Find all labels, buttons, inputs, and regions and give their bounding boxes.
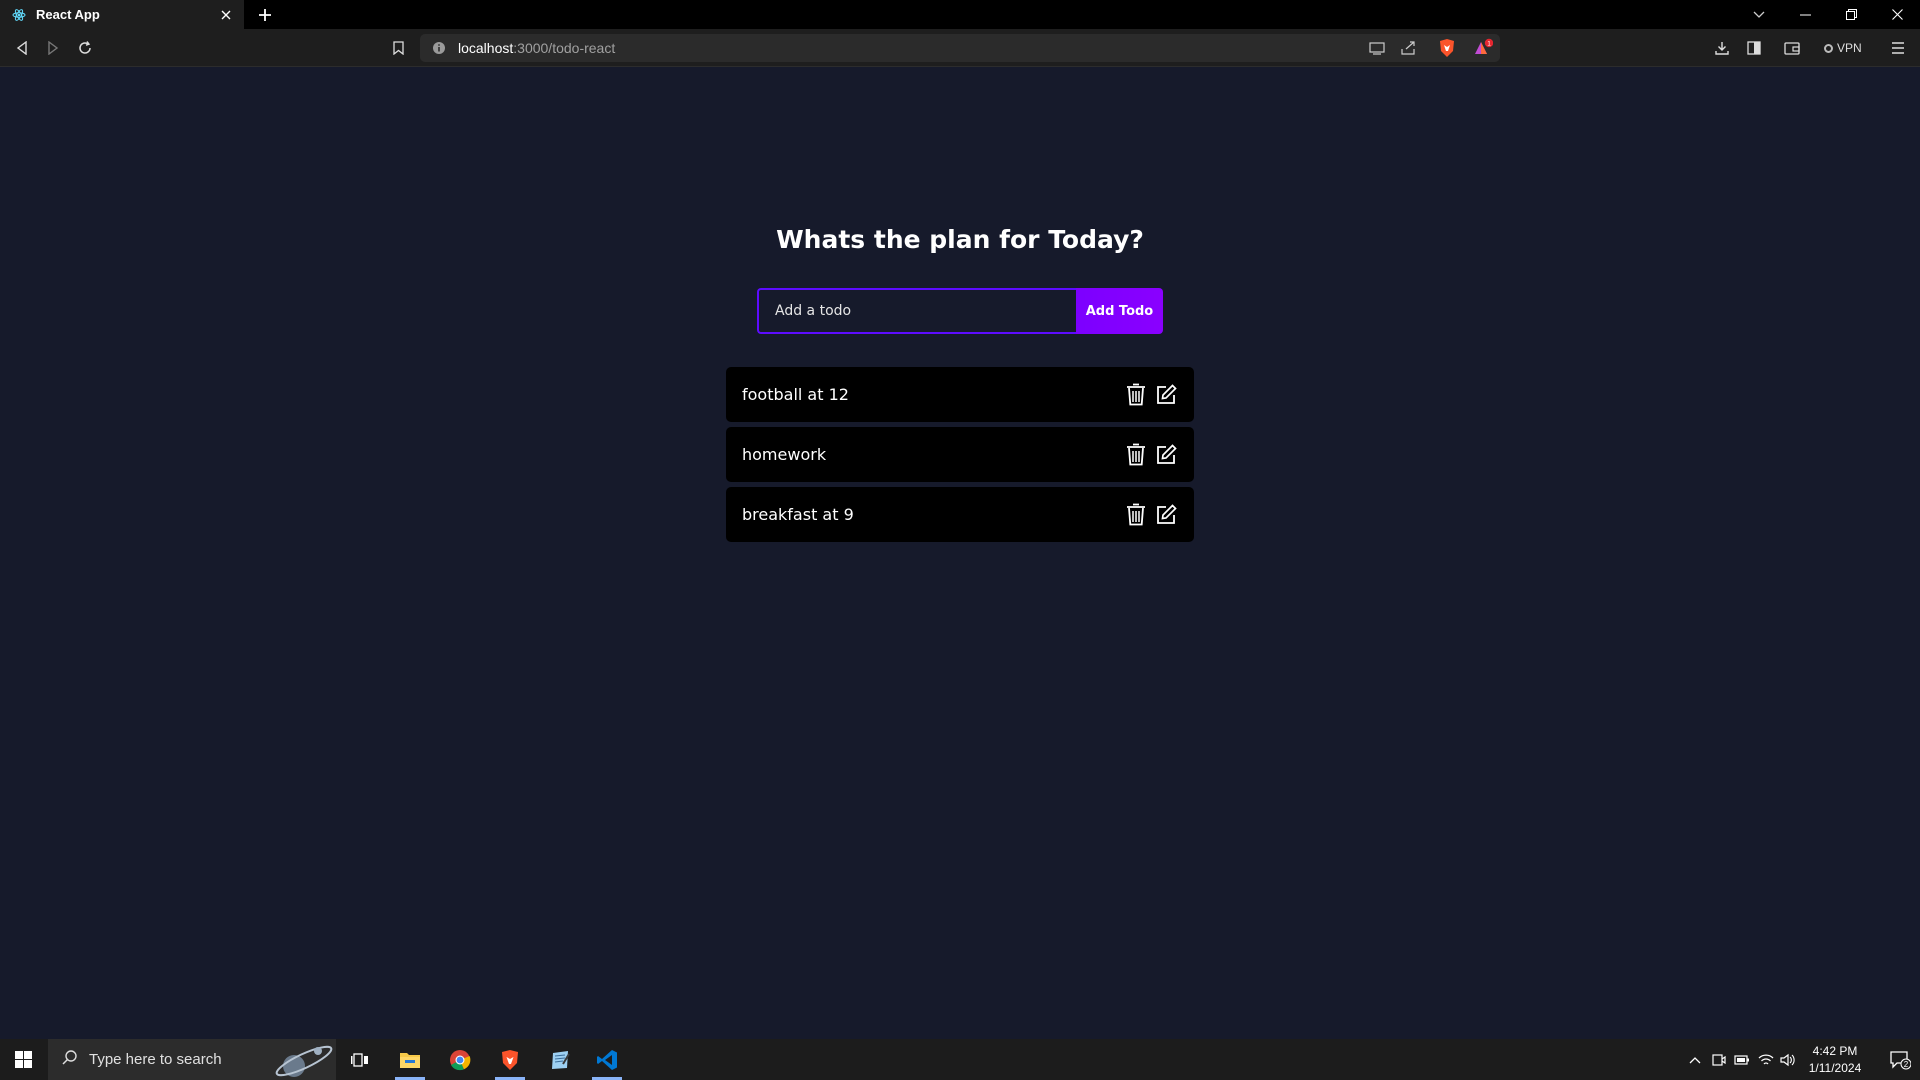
page-title: Whats the plan for Today? — [776, 225, 1144, 254]
wallet-icon[interactable] — [1782, 38, 1802, 58]
edit-icon[interactable] — [1154, 382, 1178, 408]
browser-toolbar: localhost:3000/todo-react 1 VPN — [0, 29, 1920, 67]
tab-title: React App — [36, 7, 100, 22]
todo-text: football at 12 — [742, 385, 849, 404]
search-icon — [62, 1050, 77, 1069]
taskbar-search-box[interactable]: Type here to search — [48, 1039, 336, 1080]
todo-text: homework — [742, 445, 827, 464]
taskbar-clock[interactable]: 4:42 PM 1/11/2024 — [1795, 1043, 1875, 1077]
menu-icon[interactable] — [1888, 38, 1908, 58]
address-bar[interactable]: localhost:3000/todo-react — [420, 34, 1500, 62]
download-icon[interactable] — [1712, 38, 1732, 58]
delete-icon[interactable] — [1124, 382, 1148, 408]
vscode-icon[interactable] — [584, 1039, 630, 1080]
vpn-button[interactable]: VPN — [1824, 38, 1862, 58]
restore-icon[interactable] — [1828, 0, 1874, 29]
meet-now-icon[interactable] — [1710, 1039, 1728, 1080]
edit-icon[interactable] — [1154, 442, 1178, 468]
vpn-label: VPN — [1837, 41, 1862, 55]
forward-icon[interactable] — [43, 38, 63, 58]
reload-icon[interactable] — [75, 38, 95, 58]
delete-icon[interactable] — [1124, 502, 1148, 528]
task-view-icon[interactable] — [337, 1039, 383, 1080]
notepad-icon[interactable] — [537, 1039, 583, 1080]
file-explorer-icon[interactable] — [387, 1039, 433, 1080]
cast-icon[interactable] — [1368, 40, 1386, 56]
close-window-icon[interactable] — [1874, 0, 1920, 29]
url-host: localhost — [458, 40, 514, 56]
tab-react-app[interactable]: React App — [0, 0, 244, 29]
todo-item[interactable]: breakfast at 9 — [726, 487, 1194, 542]
edit-icon[interactable] — [1154, 502, 1178, 528]
close-tab-icon[interactable] — [218, 7, 234, 23]
url-path: :3000/todo-react — [513, 40, 616, 56]
clock-time: 4:42 PM — [1812, 1044, 1858, 1058]
browser-tabbar: React App — [0, 0, 1920, 29]
site-info-icon[interactable] — [432, 41, 446, 55]
windows-taskbar: Type here to search 4:42 PM 1/11/2024 2 — [0, 1039, 1920, 1080]
sidebar-icon[interactable] — [1744, 38, 1764, 58]
react-favicon-icon — [12, 8, 26, 22]
notification-count: 2 — [1904, 1060, 1909, 1069]
window-controls — [1736, 0, 1920, 29]
notification-center-icon[interactable]: 2 — [1880, 1039, 1920, 1080]
todo-text: breakfast at 9 — [742, 505, 854, 524]
tray-chevron-icon[interactable] — [1686, 1039, 1704, 1080]
todo-item[interactable]: football at 12 — [726, 367, 1194, 422]
search-placeholder: Type here to search — [89, 1051, 222, 1068]
tab-search-chevron-icon[interactable] — [1736, 0, 1782, 29]
delete-icon[interactable] — [1124, 442, 1148, 468]
minimize-icon[interactable] — [1782, 0, 1828, 29]
todo-input[interactable] — [757, 288, 1076, 334]
page-viewport: Whats the plan for Today? Add Todo footb… — [0, 67, 1920, 1039]
brave-shields-icon[interactable] — [1437, 38, 1457, 58]
back-icon[interactable] — [12, 38, 32, 58]
wifi-icon[interactable] — [1757, 1039, 1775, 1080]
share-icon[interactable] — [1400, 40, 1418, 56]
add-todo-button[interactable]: Add Todo — [1076, 288, 1163, 334]
battery-icon[interactable] — [1733, 1039, 1751, 1080]
brave-browser-icon[interactable] — [487, 1039, 533, 1080]
rewards-badge: 1 — [1487, 40, 1491, 47]
vpn-status-icon — [1824, 43, 1833, 53]
chrome-icon[interactable] — [437, 1039, 483, 1080]
windows-start-icon[interactable] — [0, 1039, 46, 1080]
todo-form: Add Todo — [757, 288, 1163, 334]
new-tab-icon[interactable] — [255, 5, 275, 25]
clock-date: 1/11/2024 — [1808, 1061, 1862, 1075]
search-highlight-illustration-icon — [266, 1039, 336, 1080]
bookmark-icon[interactable] — [388, 38, 408, 58]
todo-item[interactable]: homework — [726, 427, 1194, 482]
brave-rewards-icon[interactable]: 1 — [1473, 38, 1493, 58]
todo-list: football at 12 homework breakfast at 9 — [726, 367, 1194, 547]
url-text: localhost:3000/todo-react — [458, 40, 615, 56]
